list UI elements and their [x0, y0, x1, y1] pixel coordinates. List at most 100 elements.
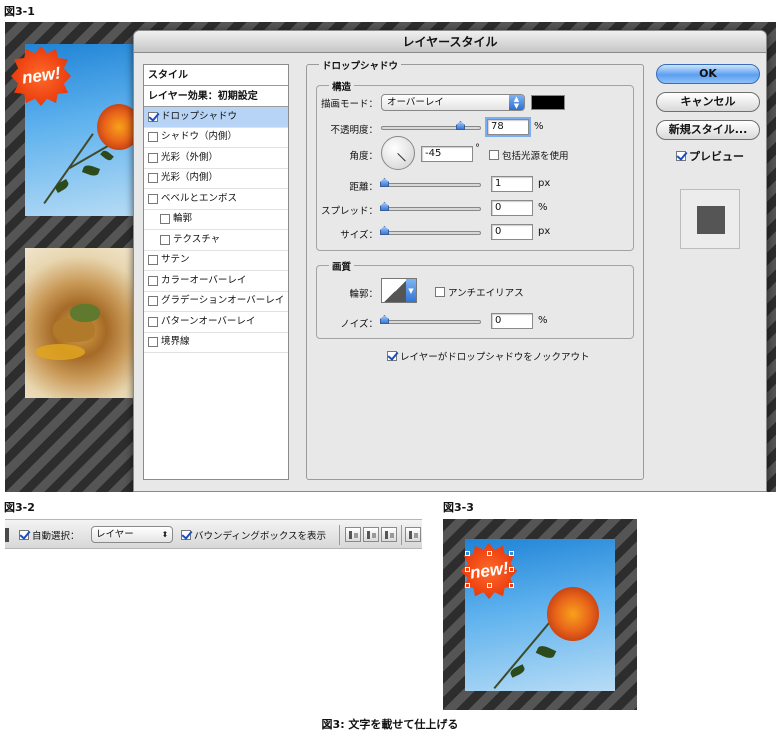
- antialias-checkbox-box[interactable]: [435, 287, 445, 297]
- transform-handle[interactable]: [509, 567, 514, 572]
- effect-checkbox[interactable]: [148, 173, 158, 184]
- cancel-button[interactable]: キャンセル: [656, 92, 760, 112]
- effect-item[interactable]: 光彩（内側）: [144, 169, 288, 189]
- effect-item[interactable]: テクスチャ: [144, 230, 288, 251]
- show-bounding-box-checkbox[interactable]: バウンディングボックスを表示: [181, 528, 326, 542]
- effect-item[interactable]: シャドウ（内側）: [144, 128, 288, 148]
- distance-input[interactable]: 1: [491, 176, 533, 192]
- quality-legend: 画質: [329, 259, 355, 273]
- effect-checkbox[interactable]: [160, 234, 170, 245]
- distance-slider[interactable]: [380, 178, 481, 187]
- size-slider-thumb[interactable]: [380, 226, 389, 235]
- transform-handle[interactable]: [487, 551, 492, 556]
- effect-label: テクスチャ: [173, 233, 221, 245]
- distribute-icon[interactable]: [405, 527, 421, 542]
- ok-button[interactable]: OK: [656, 64, 760, 84]
- blend-mode-select[interactable]: オーバーレイ ▲ ▼: [381, 94, 525, 111]
- select-arrows-icon: ▲ ▼: [509, 95, 524, 110]
- effect-checkbox[interactable]: [148, 275, 158, 286]
- shadow-color-swatch[interactable]: [531, 95, 565, 110]
- transform-handle[interactable]: [465, 583, 470, 588]
- effects-header[interactable]: レイヤー効果：初期設定: [144, 86, 288, 107]
- opacity-unit: %: [534, 121, 544, 132]
- panel-title: ドロップシャドウ: [319, 58, 402, 72]
- align-right-icon[interactable]: [381, 527, 397, 542]
- angle-unit: °: [475, 143, 480, 154]
- contour-picker[interactable]: ▼: [381, 278, 417, 303]
- knockout-checkbox[interactable]: レイヤーがドロップシャドウをノックアウト: [387, 349, 590, 363]
- options-separator: [339, 525, 340, 545]
- style-preview-swatch: [680, 189, 740, 249]
- preview-checkbox-box[interactable]: [676, 151, 686, 161]
- styles-header[interactable]: スタイル: [144, 65, 288, 86]
- noise-slider-thumb[interactable]: [380, 315, 389, 324]
- spread-input[interactable]: 0: [491, 200, 533, 216]
- effect-checkbox[interactable]: [148, 255, 158, 266]
- auto-select-target-select[interactable]: レイヤー ⬍: [91, 526, 173, 543]
- effect-checkbox[interactable]: [148, 193, 158, 204]
- effect-checkbox[interactable]: [148, 152, 158, 163]
- move-tool-options-bar: 自動選択： レイヤー ⬍ バウンディングボックスを表示: [5, 519, 422, 549]
- effect-checkbox[interactable]: [148, 132, 158, 143]
- options-bar-grip[interactable]: [5, 528, 9, 542]
- opacity-slider-thumb[interactable]: [456, 121, 465, 130]
- opacity-slider[interactable]: [381, 121, 481, 130]
- transform-handle[interactable]: [465, 551, 470, 556]
- options-separator: [401, 525, 402, 545]
- effect-checkbox[interactable]: [148, 316, 158, 327]
- effect-item[interactable]: サテン: [144, 251, 288, 271]
- preview-label: プレビュー: [689, 150, 744, 163]
- spread-slider[interactable]: [380, 202, 481, 211]
- figure-label-3: 図3-3: [443, 501, 474, 514]
- effect-checkbox[interactable]: [160, 214, 170, 225]
- dialog-title: レイヤースタイル: [134, 31, 766, 53]
- effect-item[interactable]: ベベルとエンボス: [144, 189, 288, 210]
- bounding-box-checkbox-box[interactable]: [181, 530, 191, 540]
- preview-checkbox[interactable]: プレビュー: [676, 148, 744, 164]
- opacity-input[interactable]: 78: [485, 117, 531, 137]
- result-canvas: new!: [443, 519, 637, 710]
- effect-item[interactable]: グラデーションオーバーレイ: [144, 292, 288, 312]
- antialias-checkbox[interactable]: アンチエイリアス: [435, 285, 524, 299]
- contour-dropdown-icon: ▼: [406, 279, 416, 302]
- transform-handle[interactable]: [487, 583, 492, 588]
- transform-handle[interactable]: [509, 551, 514, 556]
- size-slider[interactable]: [380, 226, 481, 235]
- align-horizontal-center-icon[interactable]: [363, 527, 379, 542]
- spread-slider-thumb[interactable]: [380, 202, 389, 211]
- align-left-icon[interactable]: [345, 527, 361, 542]
- noise-slider[interactable]: [380, 315, 481, 324]
- distance-slider-thumb[interactable]: [380, 178, 389, 187]
- effect-checkbox[interactable]: [148, 296, 158, 307]
- knockout-checkbox-box[interactable]: [387, 351, 397, 361]
- transform-handle[interactable]: [465, 567, 470, 572]
- leaf: [535, 643, 557, 661]
- noise-input[interactable]: 0: [491, 313, 533, 329]
- size-input[interactable]: 0: [491, 224, 533, 240]
- effect-item[interactable]: ドロップシャドウ: [144, 107, 288, 128]
- quality-group: 画質 輪郭： ▼ アンチエイリアス ノイズ： 0 %: [316, 259, 634, 339]
- angle-label: 角度：: [349, 151, 378, 162]
- global-light-checkbox-box[interactable]: [489, 150, 499, 160]
- effect-item[interactable]: 境界線: [144, 333, 288, 353]
- effect-item[interactable]: カラーオーバーレイ: [144, 271, 288, 292]
- auto-select-checkbox-box[interactable]: [19, 530, 29, 540]
- effect-checkbox[interactable]: [148, 337, 158, 348]
- auto-select-checkbox[interactable]: 自動選択：: [19, 528, 80, 542]
- spread-label: スプレッド：: [320, 206, 378, 217]
- effect-label: 輪郭: [173, 213, 193, 225]
- effect-item[interactable]: 光彩（外側）: [144, 148, 288, 169]
- global-light-checkbox[interactable]: 包括光源を使用: [489, 148, 569, 162]
- effect-checkbox[interactable]: [148, 111, 158, 122]
- transform-handle[interactable]: [509, 583, 514, 588]
- effect-label: ドロップシャドウ: [161, 110, 238, 122]
- effect-label: サテン: [161, 254, 190, 266]
- auto-select-value: レイヤー: [96, 529, 134, 540]
- new-style-button[interactable]: 新規スタイル...: [656, 120, 760, 140]
- effect-item[interactable]: 輪郭: [144, 210, 288, 230]
- structure-legend: 構造: [329, 79, 355, 93]
- angle-dial[interactable]: [381, 136, 415, 170]
- figure-label-2: 図3-2: [4, 501, 35, 514]
- angle-input[interactable]: -45: [421, 146, 473, 162]
- effect-item[interactable]: パターンオーバーレイ: [144, 312, 288, 333]
